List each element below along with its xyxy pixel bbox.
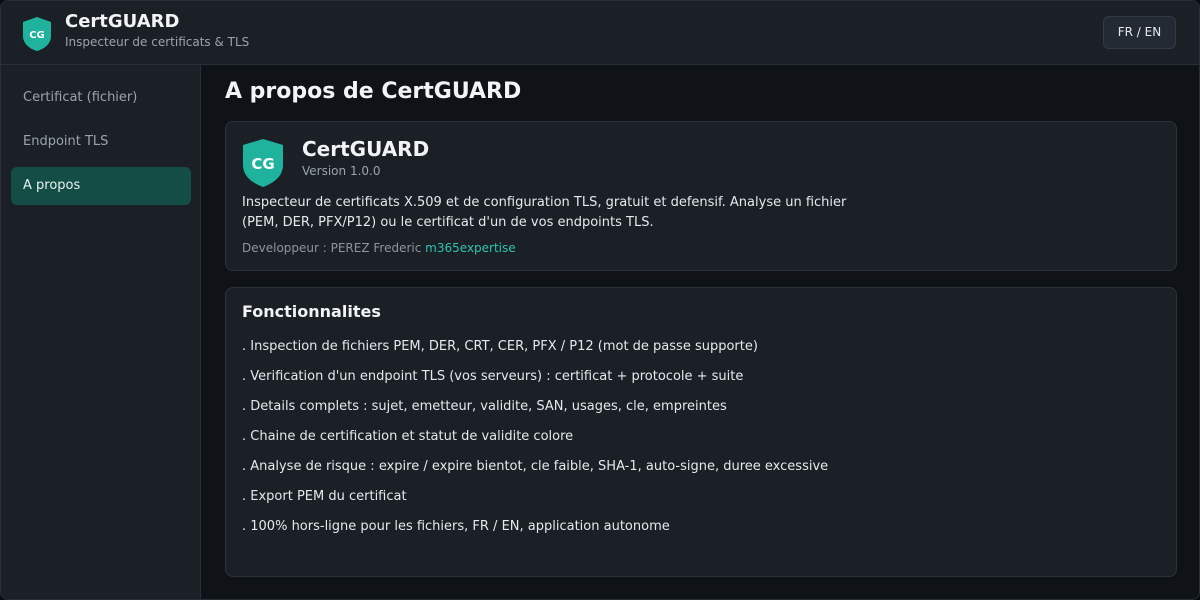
about-card: CG CertGUARD Version 1.0.0 Inspecteur de… [225, 121, 1177, 271]
sidebar-item-about[interactable]: A propos [11, 167, 191, 205]
product-name: CertGUARD [302, 137, 430, 161]
features-card: Fonctionnalites . Inspection de fichiers… [225, 287, 1177, 577]
app-title: CertGUARD [65, 11, 180, 32]
product-description: Inspecteur de certificats X.509 et de co… [242, 195, 847, 230]
feature-list: . Inspection de fichiers PEM, DER, CRT, … [242, 338, 828, 548]
feature-item: . Analyse de risque : expire / expire bi… [242, 459, 829, 474]
app-header: CG CertGUARD Inspecteur de certificats &… [1, 1, 1199, 65]
logo-text: CG [29, 30, 45, 41]
feature-item: . Inspection de fichiers PEM, DER, CRT, … [242, 339, 758, 354]
developer-link[interactable]: m365expertise [425, 241, 515, 255]
shield-logo-icon: CG [23, 17, 51, 51]
shield-logo-icon: CG [243, 139, 283, 187]
language-toggle-button[interactable]: FR / EN [1103, 16, 1176, 49]
sidebar: Certificat (fichier) Endpoint TLS A prop… [1, 65, 201, 599]
features-title: Fonctionnalites [242, 302, 381, 321]
feature-item: . Verification d'un endpoint TLS (vos se… [242, 369, 744, 384]
developer-info: Developpeur : PEREZ Frederic m365experti… [242, 241, 516, 255]
feature-item: . Chaine de certification et statut de v… [242, 429, 574, 444]
feature-item: . Export PEM du certificat [242, 489, 407, 504]
logo-text: CG [251, 155, 274, 173]
product-version: Version 1.0.0 [302, 164, 381, 178]
app-subtitle: Inspecteur de certificats & TLS [65, 35, 250, 49]
sidebar-item-endpoint-tls[interactable]: Endpoint TLS [11, 123, 191, 161]
app-window: CG CertGUARD Inspecteur de certificats &… [0, 0, 1200, 600]
developer-label: Developpeur : PEREZ Frederic [242, 241, 422, 255]
main-content: A propos de CertGUARD CG CertGUARD Versi… [201, 65, 1199, 599]
page-title: A propos de CertGUARD [225, 79, 522, 104]
feature-item: . Details complets : sujet, emetteur, va… [242, 399, 727, 414]
sidebar-item-certificate-file[interactable]: Certificat (fichier) [11, 79, 191, 117]
feature-item: . 100% hors-ligne pour les fichiers, FR … [242, 519, 670, 534]
